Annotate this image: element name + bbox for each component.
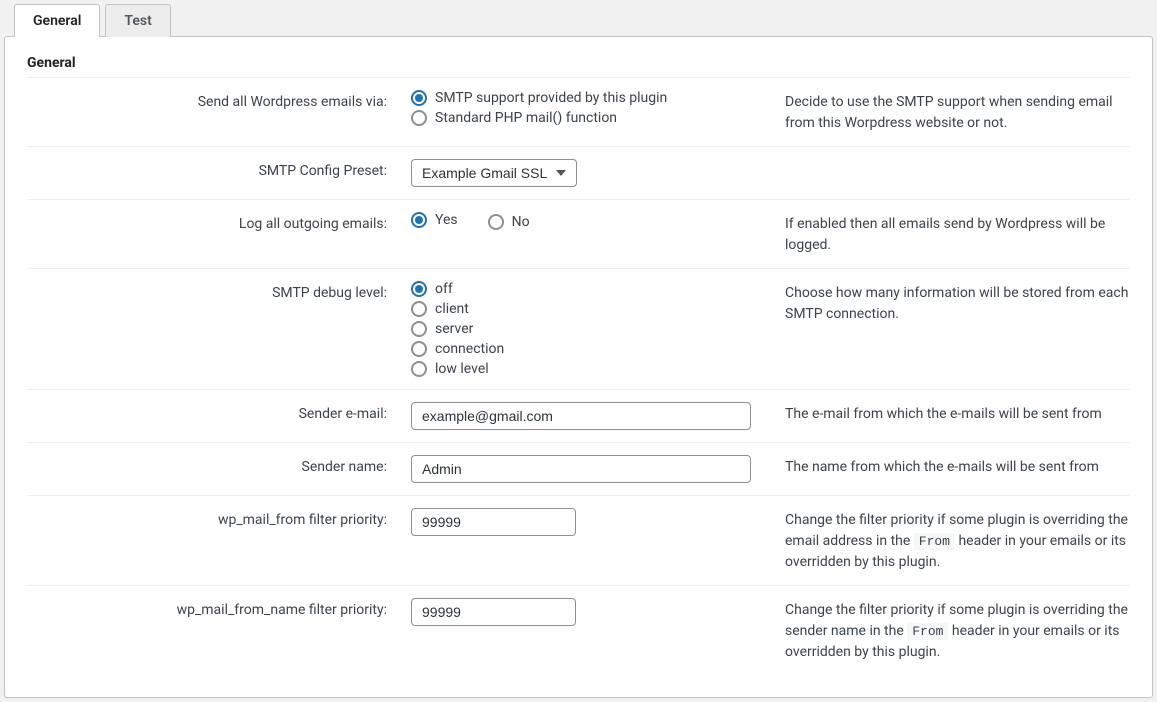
label-filter-from-name: wp_mail_from_name filter priority: xyxy=(27,598,397,663)
row-filter-from: wp_mail_from filter priority: Change the… xyxy=(27,495,1130,585)
settings-panel: General Send all Wordpress emails via: S… xyxy=(4,36,1153,698)
radio-label-yes: Yes xyxy=(435,212,458,228)
desc-sender-name: The name from which the e-mails will be … xyxy=(785,455,1130,483)
radio-php[interactable] xyxy=(411,110,427,126)
tabs: General Test xyxy=(14,4,1153,37)
input-filter-from[interactable] xyxy=(411,508,576,536)
control-debug: off client server connection low level xyxy=(411,281,771,377)
desc-debug: Choose how many information will be stor… xyxy=(785,281,1130,377)
row-sender-name: Sender name: The name from which the e-m… xyxy=(27,442,1130,495)
radio-debug-connection[interactable] xyxy=(411,341,427,357)
input-sender-email[interactable] xyxy=(411,402,751,430)
row-debug: SMTP debug level: off client server conn… xyxy=(27,268,1130,389)
code-from-2: From xyxy=(907,623,948,640)
radio-debug-off[interactable] xyxy=(411,281,427,297)
control-filter-from-name xyxy=(411,598,771,663)
control-log: Yes No xyxy=(411,212,771,256)
radio-label-client: client xyxy=(435,301,469,317)
radio-label-connection: connection xyxy=(435,341,504,357)
control-filter-from xyxy=(411,508,771,573)
row-log: Log all outgoing emails: Yes No If enabl… xyxy=(27,199,1130,268)
select-preset[interactable]: Example Gmail SSL xyxy=(411,159,577,187)
radio-debug-lowlevel[interactable] xyxy=(411,361,427,377)
row-filter-from-name: wp_mail_from_name filter priority: Chang… xyxy=(27,585,1130,675)
radio-debug-client[interactable] xyxy=(411,301,427,317)
label-sender-email: Sender e-mail: xyxy=(27,402,397,430)
input-filter-from-name[interactable] xyxy=(411,598,576,626)
code-from: From xyxy=(914,533,955,550)
radio-smtp[interactable] xyxy=(411,90,427,106)
desc-filter-from-name: Change the filter priority if some plugi… xyxy=(785,598,1130,663)
radio-debug-server[interactable] xyxy=(411,321,427,337)
tab-test[interactable]: Test xyxy=(105,4,170,37)
label-filter-from: wp_mail_from filter priority: xyxy=(27,508,397,573)
control-preset: Example Gmail SSL xyxy=(411,159,771,187)
row-preset: SMTP Config Preset: Example Gmail SSL xyxy=(27,146,1130,199)
control-send-via: SMTP support provided by this plugin Sta… xyxy=(411,90,771,134)
control-sender-email xyxy=(411,402,771,430)
desc-log: If enabled then all emails send by Wordp… xyxy=(785,212,1130,256)
desc-sender-email: The e-mail from which the e-mails will b… xyxy=(785,402,1130,430)
radio-label-off: off xyxy=(435,281,453,297)
radio-label-lowlevel: low level xyxy=(435,361,489,377)
label-preset: SMTP Config Preset: xyxy=(27,159,397,187)
label-send-via: Send all Wordpress emails via: xyxy=(27,90,397,134)
radio-label-no: No xyxy=(512,214,530,230)
desc-preset xyxy=(785,159,1130,187)
desc-send-via: Decide to use the SMTP support when send… xyxy=(785,90,1130,134)
desc-filter-from: Change the filter priority if some plugi… xyxy=(785,508,1130,573)
tab-general[interactable]: General xyxy=(14,4,100,37)
control-sender-name xyxy=(411,455,771,483)
radio-label-php: Standard PHP mail() function xyxy=(435,110,617,126)
radio-log-yes[interactable] xyxy=(411,212,427,228)
label-log: Log all outgoing emails: xyxy=(27,212,397,256)
radio-label-smtp: SMTP support provided by this plugin xyxy=(435,90,667,106)
row-send-via: Send all Wordpress emails via: SMTP supp… xyxy=(27,77,1130,146)
section-title: General xyxy=(27,55,1130,71)
label-sender-name: Sender name: xyxy=(27,455,397,483)
radio-label-server: server xyxy=(435,321,473,337)
input-sender-name[interactable] xyxy=(411,455,751,483)
radio-log-no[interactable] xyxy=(488,214,504,230)
row-sender-email: Sender e-mail: The e-mail from which the… xyxy=(27,389,1130,442)
label-debug: SMTP debug level: xyxy=(27,281,397,377)
